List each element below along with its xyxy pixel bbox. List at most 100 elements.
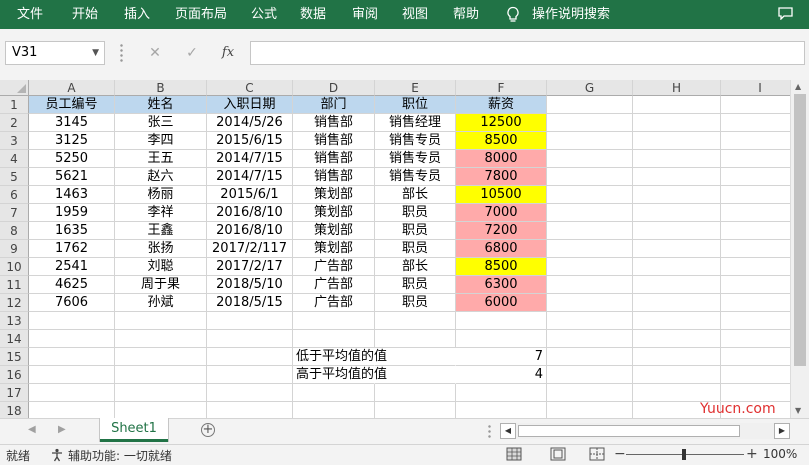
tab-help[interactable]: 帮助 [453, 0, 479, 29]
table-cell[interactable]: 2015/6/1 [207, 186, 293, 204]
table-cell[interactable]: 销售部 [293, 150, 375, 168]
table-cell[interactable]: 周于果 [115, 276, 207, 294]
table-cell[interactable]: 赵六 [115, 168, 207, 186]
grid-cell[interactable] [115, 312, 207, 330]
table-cell[interactable]: 销售专员 [375, 168, 456, 186]
table-cell[interactable]: 广告部 [293, 276, 375, 294]
grid-cell[interactable] [547, 222, 633, 240]
grid-cell[interactable] [115, 366, 207, 384]
column-header[interactable]: B [115, 80, 207, 96]
table-cell[interactable]: 李四 [115, 132, 207, 150]
grid-cell[interactable] [207, 366, 293, 384]
grid-cell[interactable] [547, 294, 633, 312]
zoom-slider-thumb[interactable] [682, 449, 686, 460]
table-header-cell[interactable]: 员工编号 [29, 96, 115, 114]
summary-cell[interactable]: 高于平均值的值 [293, 366, 387, 384]
table-cell[interactable]: 职员 [375, 204, 456, 222]
grid-cell[interactable] [207, 384, 293, 402]
table-cell[interactable]: 3145 [29, 114, 115, 132]
table-cell[interactable]: 2016/8/10 [207, 204, 293, 222]
salary-cell[interactable]: 10500 [456, 186, 547, 204]
salary-cell[interactable]: 12500 [456, 114, 547, 132]
row-header[interactable]: 2 [0, 114, 29, 132]
select-all-corner[interactable] [0, 80, 29, 96]
tell-me-search[interactable]: 操作说明搜索 [532, 0, 610, 29]
row-header[interactable]: 14 [0, 330, 29, 348]
grid-cell[interactable] [207, 330, 293, 348]
grid-cell[interactable] [29, 402, 115, 418]
grid-cell[interactable] [375, 348, 456, 366]
grid-cell[interactable] [633, 132, 721, 150]
table-header-cell[interactable]: 职位 [375, 96, 456, 114]
row-header[interactable]: 10 [0, 258, 29, 276]
row-header[interactable]: 13 [0, 312, 29, 330]
grid-cell[interactable] [721, 168, 790, 186]
insert-function-icon[interactable]: fx [218, 43, 238, 63]
row-header[interactable]: 11 [0, 276, 29, 294]
grid-cell[interactable] [633, 384, 721, 402]
table-cell[interactable]: 职员 [375, 294, 456, 312]
table-cell[interactable]: 1463 [29, 186, 115, 204]
formula-input[interactable] [250, 41, 805, 65]
table-cell[interactable]: 张三 [115, 114, 207, 132]
grid-cell[interactable] [547, 366, 633, 384]
grid-cell[interactable] [115, 384, 207, 402]
grid-cell[interactable] [547, 312, 633, 330]
salary-cell[interactable]: 8000 [456, 150, 547, 168]
table-cell[interactable]: 2541 [29, 258, 115, 276]
salary-cell[interactable]: 7800 [456, 168, 547, 186]
grid-cell[interactable] [456, 384, 547, 402]
table-cell[interactable]: 销售部 [293, 168, 375, 186]
row-header[interactable]: 16 [0, 366, 29, 384]
scroll-right-icon[interactable]: ▶ [774, 423, 790, 439]
chevron-down-icon[interactable]: ▼ [92, 42, 99, 64]
table-header-cell[interactable]: 入职日期 [207, 96, 293, 114]
enter-icon[interactable]: ✓ [182, 43, 202, 63]
grid-cell[interactable] [456, 312, 547, 330]
grid-cell[interactable] [721, 186, 790, 204]
tab-view[interactable]: 视图 [402, 0, 428, 29]
grid-cell[interactable] [721, 240, 790, 258]
grid-cell[interactable] [375, 384, 456, 402]
column-header[interactable]: H [633, 80, 721, 96]
worksheet-grid[interactable]: A B C D E F G H I 1 员工编号 姓名 入职日期 部门 职位 薪资 2 3145 张三 2014/5/… [0, 80, 790, 418]
grid-cell[interactable] [721, 276, 790, 294]
row-header[interactable]: 18 [0, 402, 29, 418]
grid-cell[interactable] [633, 312, 721, 330]
table-cell[interactable]: 销售部 [293, 114, 375, 132]
column-header[interactable]: G [547, 80, 633, 96]
row-header[interactable]: 1 [0, 96, 29, 114]
tabs-divider[interactable] [488, 424, 491, 439]
table-cell[interactable]: 职员 [375, 222, 456, 240]
grid-cell[interactable] [29, 366, 115, 384]
table-cell[interactable]: 销售部 [293, 132, 375, 150]
grid-cell[interactable] [633, 222, 721, 240]
column-header[interactable]: E [375, 80, 456, 96]
table-cell[interactable]: 部长 [375, 258, 456, 276]
row-header[interactable]: 3 [0, 132, 29, 150]
column-header[interactable]: F [456, 80, 547, 96]
grid-cell[interactable] [456, 402, 547, 418]
table-cell[interactable]: 销售专员 [375, 150, 456, 168]
horizontal-scroll-thumb[interactable] [518, 425, 740, 437]
salary-cell[interactable]: 7200 [456, 222, 547, 240]
grid-cell[interactable] [721, 96, 790, 114]
row-header[interactable]: 8 [0, 222, 29, 240]
grid-cell[interactable] [293, 312, 375, 330]
table-cell[interactable]: 销售专员 [375, 132, 456, 150]
grid-cell[interactable] [633, 96, 721, 114]
summary-cell[interactable]: 低于平均值的值 [293, 348, 387, 366]
grid-cell[interactable] [547, 384, 633, 402]
grid-cell[interactable] [633, 240, 721, 258]
tab-home[interactable]: 开始 [72, 0, 98, 29]
row-header[interactable]: 7 [0, 204, 29, 222]
grid-cell[interactable] [721, 366, 790, 384]
grid-cell[interactable] [633, 186, 721, 204]
salary-cell[interactable]: 8500 [456, 258, 547, 276]
table-cell[interactable]: 2014/7/15 [207, 150, 293, 168]
grid-cell[interactable] [29, 384, 115, 402]
table-cell[interactable]: 7606 [29, 294, 115, 312]
grid-cell[interactable] [456, 330, 547, 348]
column-header[interactable]: C [207, 80, 293, 96]
grid-cell[interactable] [293, 330, 375, 348]
